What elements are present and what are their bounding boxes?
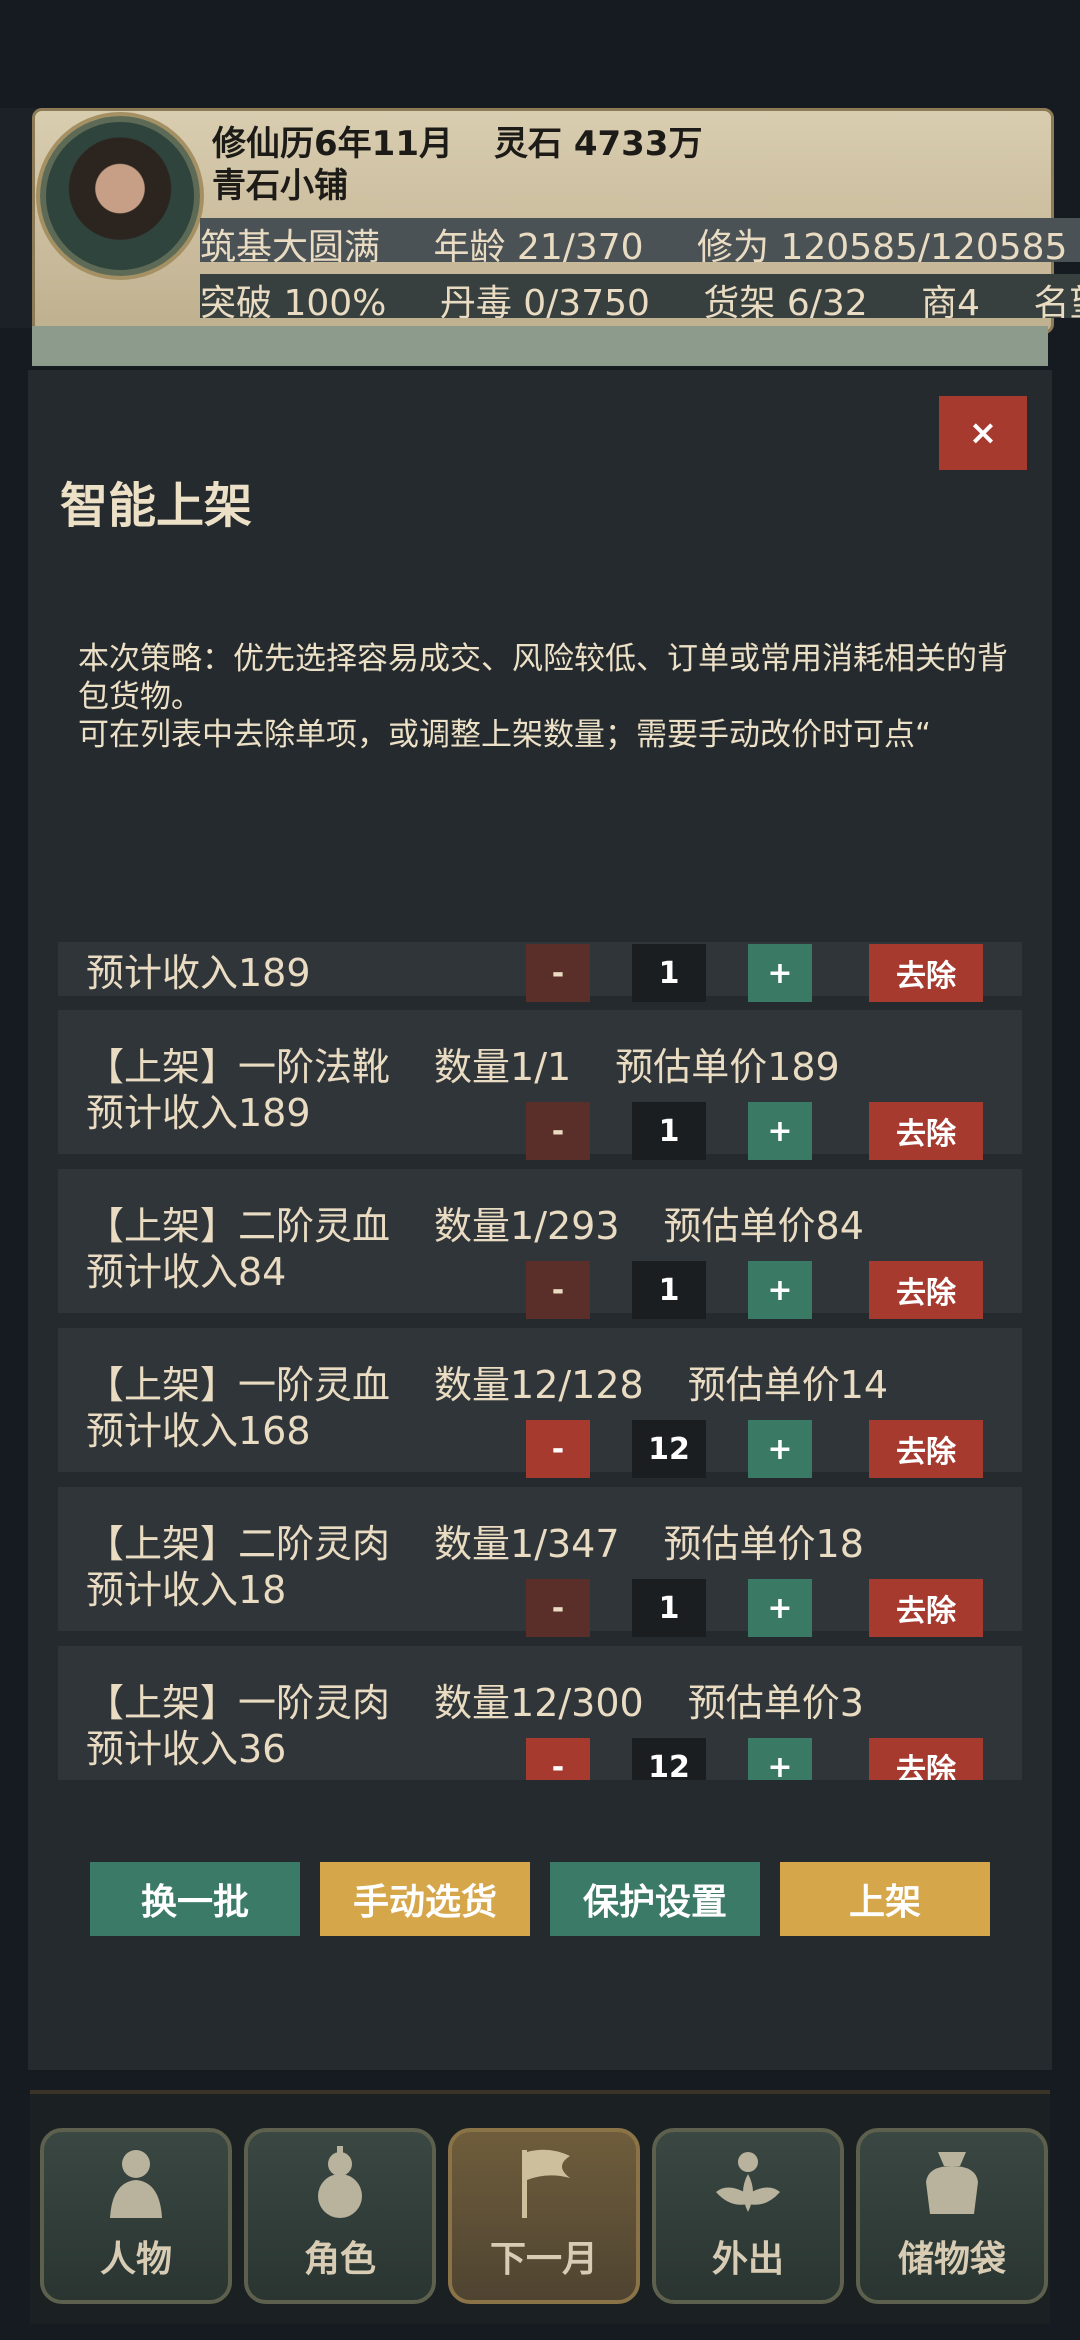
- remove-button[interactable]: 去除: [869, 1738, 983, 1780]
- reputation-stat: 名望: [1033, 283, 1080, 318]
- remove-button[interactable]: 去除: [869, 1261, 983, 1319]
- nav-label: 人物: [99, 2239, 172, 2280]
- decrease-button[interactable]: -: [526, 944, 590, 1002]
- list-item: 【上架】二阶灵血 数量1/293 预估单价84 预计收入84 - 1 + 去除: [58, 1169, 1022, 1319]
- manual-select-button[interactable]: 手动选货: [320, 1862, 530, 1936]
- avatar[interactable]: [40, 116, 200, 276]
- nav-go-out[interactable]: 外出: [652, 2128, 844, 2304]
- decrease-button[interactable]: -: [526, 1579, 590, 1637]
- item-count: 数量1/1: [434, 1045, 572, 1089]
- item-unit-price: 预估单价189: [615, 1045, 840, 1089]
- increase-button[interactable]: +: [748, 1579, 812, 1637]
- quantity-value: 1: [632, 1261, 706, 1319]
- increase-button[interactable]: +: [748, 1261, 812, 1319]
- item-income: 预计收入18: [86, 1568, 287, 1612]
- increase-button[interactable]: +: [748, 1420, 812, 1478]
- item-count: 数量12/128: [434, 1363, 644, 1407]
- nav-label: 角色: [303, 2239, 376, 2280]
- gourd-icon: [318, 2146, 362, 2218]
- remove-button[interactable]: 去除: [869, 1579, 983, 1637]
- item-count: 数量1/293: [434, 1204, 620, 1248]
- nav-label: 储物袋: [897, 2239, 1006, 2280]
- close-button[interactable]: ×: [939, 396, 1027, 470]
- quantity-value: 1: [632, 1579, 706, 1637]
- item-income: 预计收入84: [86, 1250, 287, 1294]
- stats-row-2: 突破 100% 丹毒 0/3750 货架 6/32 商4 名望: [200, 274, 1080, 318]
- decrease-button[interactable]: -: [526, 1420, 590, 1478]
- shelf-stat: 货架 6/32: [703, 283, 868, 318]
- quantity-value: 1: [632, 1102, 706, 1160]
- nav-storage-bag[interactable]: 储物袋: [856, 2128, 1048, 2304]
- nav-person[interactable]: 人物: [40, 2128, 232, 2304]
- spirit-stone-count: 灵石 4733万: [494, 124, 703, 164]
- realm-stat: 筑基大圆满: [200, 227, 381, 262]
- item-count: 数量1/347: [434, 1522, 620, 1566]
- shop-name: 青石小铺: [212, 166, 348, 206]
- refresh-batch-button[interactable]: 换一批: [90, 1862, 300, 1936]
- list-item: 【上架】二阶灵肉 数量1/347 预估单价18 预计收入18 - 1 + 去除: [58, 1487, 1022, 1637]
- strategy-line-1: 本次策略：优先选择容易成交、风险较低、订单或常用消耗相关的背包货物。: [78, 641, 1008, 715]
- list-item: 【上架】一阶法靴 数量1/1 预估单价189 预计收入189 - 1 + 去除: [58, 1010, 1022, 1160]
- nav-next-month[interactable]: 下一月: [448, 2128, 640, 2304]
- quantity-value: 12: [632, 1420, 706, 1478]
- remove-button[interactable]: 去除: [869, 944, 983, 1002]
- lotus-icon: [716, 2152, 780, 2212]
- nav-label: 外出: [711, 2239, 784, 2280]
- modal-title: 智能上架: [60, 478, 253, 534]
- flag-icon: [522, 2149, 570, 2218]
- age-stat: 年龄 21/370: [433, 227, 644, 262]
- list-item: 【上架】一阶灵血 数量12/128 预估单价14 预计收入168 - 12 + 去除: [58, 1328, 1022, 1478]
- bag-icon: [926, 2152, 978, 2214]
- decrease-button[interactable]: -: [526, 1102, 590, 1160]
- increase-button[interactable]: +: [748, 944, 812, 1002]
- protection-settings-button[interactable]: 保护设置: [550, 1862, 760, 1936]
- remove-button[interactable]: 去除: [869, 1102, 983, 1160]
- item-unit-price: 预估单价18: [663, 1522, 864, 1566]
- quantity-value: 12: [632, 1738, 706, 1780]
- list-item: 预计收入189 - 1 + 去除: [58, 942, 1022, 1002]
- quantity-value: 1: [632, 944, 706, 1002]
- nav-role[interactable]: 角色: [244, 2128, 436, 2304]
- item-income: 预计收入168: [86, 1409, 311, 1453]
- item-count: 数量12/300: [434, 1681, 644, 1725]
- item-unit-price: 预估单价3: [687, 1681, 864, 1725]
- strategy-line-2: 可在列表中去除单项，或调整上架数量；需要手动改价时可点“: [78, 717, 932, 753]
- list-items-button[interactable]: 上架: [780, 1862, 990, 1936]
- merchant-stat: 商4: [921, 283, 981, 318]
- pill-toxin-stat: 丹毒 0/3750: [439, 283, 650, 318]
- strategy-text: 本次策略：优先选择容易成交、风险较低、订单或常用消耗相关的背包货物。 可在列表中…: [78, 640, 1018, 754]
- item-income: 预计收入189: [86, 951, 311, 995]
- item-list[interactable]: 预计收入189 - 1 + 去除 【上架】一阶法靴 数量1/1 预估单价189 预计…: [58, 942, 1022, 1780]
- remove-button[interactable]: 去除: [869, 1420, 983, 1478]
- increase-button[interactable]: +: [748, 1738, 812, 1780]
- item-unit-price: 预估单价14: [687, 1363, 889, 1407]
- decrease-button[interactable]: -: [526, 1738, 590, 1780]
- person-icon: [110, 2150, 162, 2218]
- cultivation-stat: 修为 120585/120585: [697, 227, 1068, 262]
- decrease-button[interactable]: -: [526, 1261, 590, 1319]
- stats-row-1: 筑基大圆满 年龄 21/370 修为 120585/120585: [200, 218, 1080, 262]
- item-income: 预计收入36: [86, 1727, 287, 1771]
- breakthrough-stat: 突破 100%: [200, 283, 387, 318]
- nav-label: 下一月: [489, 2239, 598, 2280]
- item-income: 预计收入189: [86, 1091, 311, 1135]
- increase-button[interactable]: +: [748, 1102, 812, 1160]
- scene-strip: [32, 326, 1048, 366]
- item-unit-price: 预估单价84: [663, 1204, 864, 1248]
- list-item: 【上架】一阶灵肉 数量12/300 预估单价3 预计收入36 - 12 + 去除: [58, 1646, 1022, 1780]
